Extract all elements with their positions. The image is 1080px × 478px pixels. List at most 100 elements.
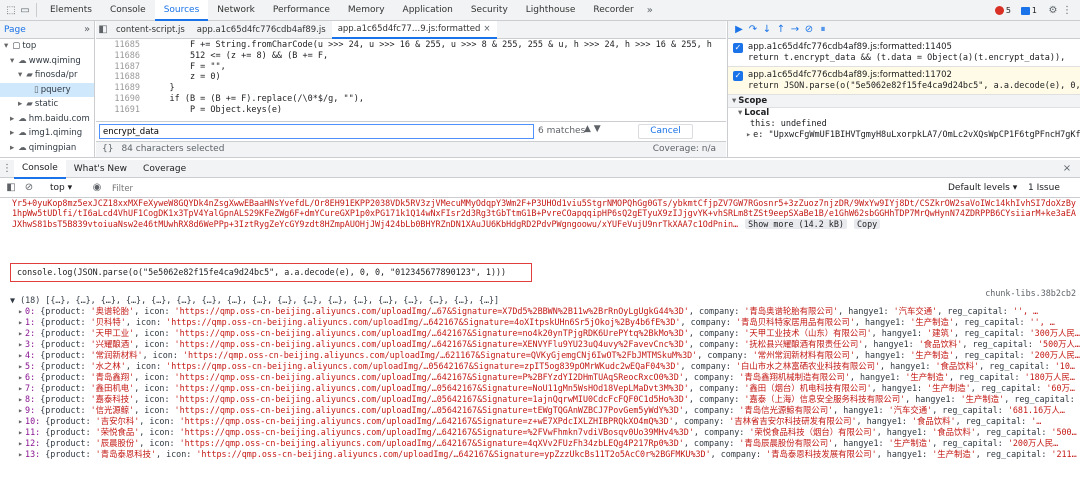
toggle-navigator-icon[interactable]: ◧ <box>96 24 110 35</box>
arrow-down-icon[interactable]: ▼ <box>594 124 601 134</box>
log-levels-dropdown[interactable]: Default levels ▾ <box>948 183 1017 193</box>
breakpoint-item[interactable]: ✓ app.a1c65d4fc776cdb4af89.js:formatted:… <box>728 39 1080 67</box>
array-row[interactable]: ▸ 11: {product: '荣悦食品', icon: 'https://qm… <box>0 427 1080 438</box>
sidebar-toggle-icon[interactable]: ◧ <box>4 182 18 193</box>
arrow-up-icon[interactable]: ▲ <box>584 124 591 134</box>
array-row[interactable]: ▸ 2: {product: '天甲工业', icon: 'https://qmp… <box>0 328 1080 339</box>
array-row[interactable]: ▸ 7: {product: '鑫田机电', icon: 'https://qmp… <box>0 383 1080 394</box>
tree-item-file-selected[interactable]: ▯ pquery <box>0 82 94 97</box>
file-tabs: ◧ content-script.js app.a1c65d4fc776cdb4… <box>96 21 726 39</box>
array-row[interactable]: ▸ 4: {product: '常润新材料', icon: 'https://qm… <box>0 350 1080 361</box>
cloud-icon: ☁ <box>18 142 27 153</box>
toolbar-divider <box>36 3 37 17</box>
file-tab-app-js[interactable]: app.a1c65d4fc776cdb4af89.js <box>191 21 332 39</box>
tree-item-domain[interactable]: ▸ ☁ qimingpian <box>0 141 94 156</box>
drawer-menu-icon[interactable]: ⋮ <box>0 163 14 174</box>
file-tab-content-script[interactable]: content-script.js <box>110 21 191 39</box>
tree-item-folder[interactable]: ▾ ▰ finosda/pr <box>0 68 94 83</box>
panel-tab-application[interactable]: Application <box>394 0 462 21</box>
search-nav: ▲ ▼ <box>584 124 601 134</box>
code-line: 11685 F += String.fromCharCode(u >>> 24,… <box>114 40 712 50</box>
panel-tab-elements[interactable]: Elements <box>41 0 101 21</box>
context-selector[interactable]: top ▾ <box>50 183 72 193</box>
drawer-tab-console[interactable]: Console <box>14 158 66 179</box>
close-drawer-icon[interactable]: × <box>1060 163 1074 174</box>
tree-item-static[interactable]: ▸ ▰ static <box>0 97 94 112</box>
array-row[interactable]: ▸ 9: {product: '信光源鲸', icon: 'https://qmp… <box>0 405 1080 416</box>
tree-item-domain[interactable]: ▸ ☁ hm.baidu.com <box>0 112 94 127</box>
pause-exceptions-icon[interactable]: ⏸ <box>816 24 830 35</box>
step-over-icon[interactable]: ↷ <box>746 24 760 35</box>
navigator-tab-page[interactable]: Page <box>4 25 26 35</box>
breakpoint-item-active[interactable]: ✓ app.a1c65d4fc776cdb4af89.js:formatted:… <box>728 67 1080 95</box>
panel-tab-performance[interactable]: Performance <box>264 0 339 21</box>
scope-e[interactable]: ▸ e: "UpxwcFgWmUF1BIHVTgmyH8uLxorpkLA7/Om… <box>728 130 1080 141</box>
settings-gear-icon[interactable]: ⚙ <box>1046 5 1060 16</box>
code-line: 11689 } <box>114 83 175 94</box>
warning-badge[interactable]: 1 <box>1018 5 1040 16</box>
device-toolbar-icon[interactable]: ▭ <box>18 5 32 16</box>
console-filter-input[interactable] <box>112 181 672 196</box>
panel-tab-sources[interactable]: Sources <box>154 0 209 21</box>
file-tree: ▾ ▢ top ▾ ☁ www.qiming ▾ ▰ finosda/pr ▯ pquery … <box>0 39 94 155</box>
folder-icon: ▰ <box>26 99 33 109</box>
deactivate-breakpoints-icon[interactable]: ⊘ <box>802 24 816 35</box>
scope-local[interactable]: ▾ Local <box>728 108 1080 119</box>
array-row[interactable]: ▸ 8: {product: '嘉泰科技', icon: 'https://qmp… <box>0 394 1080 405</box>
array-row[interactable]: ▸ 1: {product: '贝科特', icon: 'https://qmp.… <box>0 317 1080 328</box>
tree-item-domain[interactable]: ▾ ☁ www.qiming <box>0 54 94 69</box>
array-summary[interactable]: ▼ (18) [{…}, {…}, {…}, {…}, {…}, {…}, {…… <box>0 295 1080 306</box>
code-lines[interactable]: 11685 F += String.fromCharCode(u >>> 24,… <box>96 39 726 121</box>
resume-icon[interactable]: ▶ <box>732 24 746 35</box>
drawer-tab-whats-new[interactable]: What's New <box>66 160 135 178</box>
panel-tab-memory[interactable]: Memory <box>339 0 394 21</box>
navigator-header: Page » <box>0 21 94 39</box>
tree-item-top[interactable]: ▾ ▢ top <box>0 39 94 54</box>
eye-icon[interactable]: ◉ <box>90 182 104 193</box>
braces-icon[interactable]: {} <box>102 144 113 154</box>
array-row[interactable]: ▸ 0: {product: '奥谱轮胎', icon: 'https://qmp… <box>0 306 1080 317</box>
step-out-icon[interactable]: ↑ <box>774 24 788 35</box>
editor-status-bar: {} 84 characters selected Coverage: n/a <box>96 141 726 157</box>
match-count: 6 matches <box>538 126 586 136</box>
panel-tab-lighthouse[interactable]: Lighthouse <box>517 0 585 21</box>
inspect-element-icon[interactable]: ⬚ <box>4 5 18 16</box>
breakpoint-code: return t.encrypt_data && (t.data = Objec… <box>748 53 1066 63</box>
file-navigator: Page » ▾ ▢ top ▾ ☁ www.qiming ▾ ▰ finosda/pr ▯… <box>0 21 95 158</box>
panel-tab-network[interactable]: Network <box>208 0 264 21</box>
checkbox-checked-icon[interactable]: ✓ <box>733 43 743 53</box>
console-output: Yr5+0yuKop8mz5exJCZ18xxMXFeXyweW8GQYDk4n… <box>0 198 1080 478</box>
file-tab-formatted[interactable]: app.a1c65d4fc77…9.js:formatted × <box>331 21 497 39</box>
step-into-icon[interactable]: ↓ <box>760 24 774 35</box>
tree-item-domain[interactable]: ▸ ☁ img1.qiming <box>0 126 94 141</box>
array-row[interactable]: ▸ 6: {product: '青岛鑫翔', icon: 'https://qmp… <box>0 372 1080 383</box>
search-input[interactable] <box>99 124 534 139</box>
step-icon[interactable]: → <box>788 24 802 35</box>
kebab-menu-icon[interactable]: ⋮ <box>1060 5 1074 16</box>
array-row[interactable]: ▸ 12: {product: '辰晨股份', icon: 'https://qm… <box>0 438 1080 449</box>
warning-count: 1 <box>1031 6 1037 15</box>
show-more-button[interactable]: Show more (14.2 kB) <box>745 218 847 230</box>
array-row[interactable]: ▸ 13: {product: '青岛泰恩科技', icon: 'https://… <box>0 449 1080 460</box>
panel-tab-console[interactable]: Console <box>101 0 155 21</box>
code-line: 11687 F = "", <box>114 61 226 72</box>
error-badge[interactable]: 5 <box>992 5 1014 16</box>
copy-button[interactable]: Copy <box>853 218 881 230</box>
checkbox-checked-icon[interactable]: ✓ <box>733 71 743 81</box>
more-tabs-icon[interactable]: » <box>80 24 94 35</box>
panel-tab-security[interactable]: Security <box>462 0 517 21</box>
drawer-tab-coverage[interactable]: Coverage <box>135 160 194 178</box>
issues-badge[interactable]: 1 Issue <box>1028 183 1060 193</box>
panel-tab-recorder[interactable]: Recorder <box>584 0 642 21</box>
cancel-button[interactable]: Cancel <box>638 124 693 139</box>
more-tabs-icon[interactable]: » <box>643 5 657 16</box>
close-icon[interactable]: × <box>483 21 490 38</box>
debugger-controls: ▶ ↷ ↓ ↑ → ⊘ ⏸ <box>728 21 1080 39</box>
clear-console-icon[interactable]: ⊘ <box>22 182 36 193</box>
code-editor: ◧ content-script.js app.a1c65d4fc776cdb4… <box>96 21 726 158</box>
array-row[interactable]: ▸ 3: {product: '兴耀酿酒', icon: 'https://qmp… <box>0 339 1080 350</box>
scope-section[interactable]: ▾ Scope <box>728 95 1080 108</box>
code-line: 11688 z = 0) <box>114 72 221 83</box>
array-row[interactable]: ▸ 5: {product: '水之林', icon: 'https://qmp.… <box>0 361 1080 372</box>
array-row[interactable]: ▸ 10: {product: '吉安尔科', icon: 'https://qm… <box>0 416 1080 427</box>
